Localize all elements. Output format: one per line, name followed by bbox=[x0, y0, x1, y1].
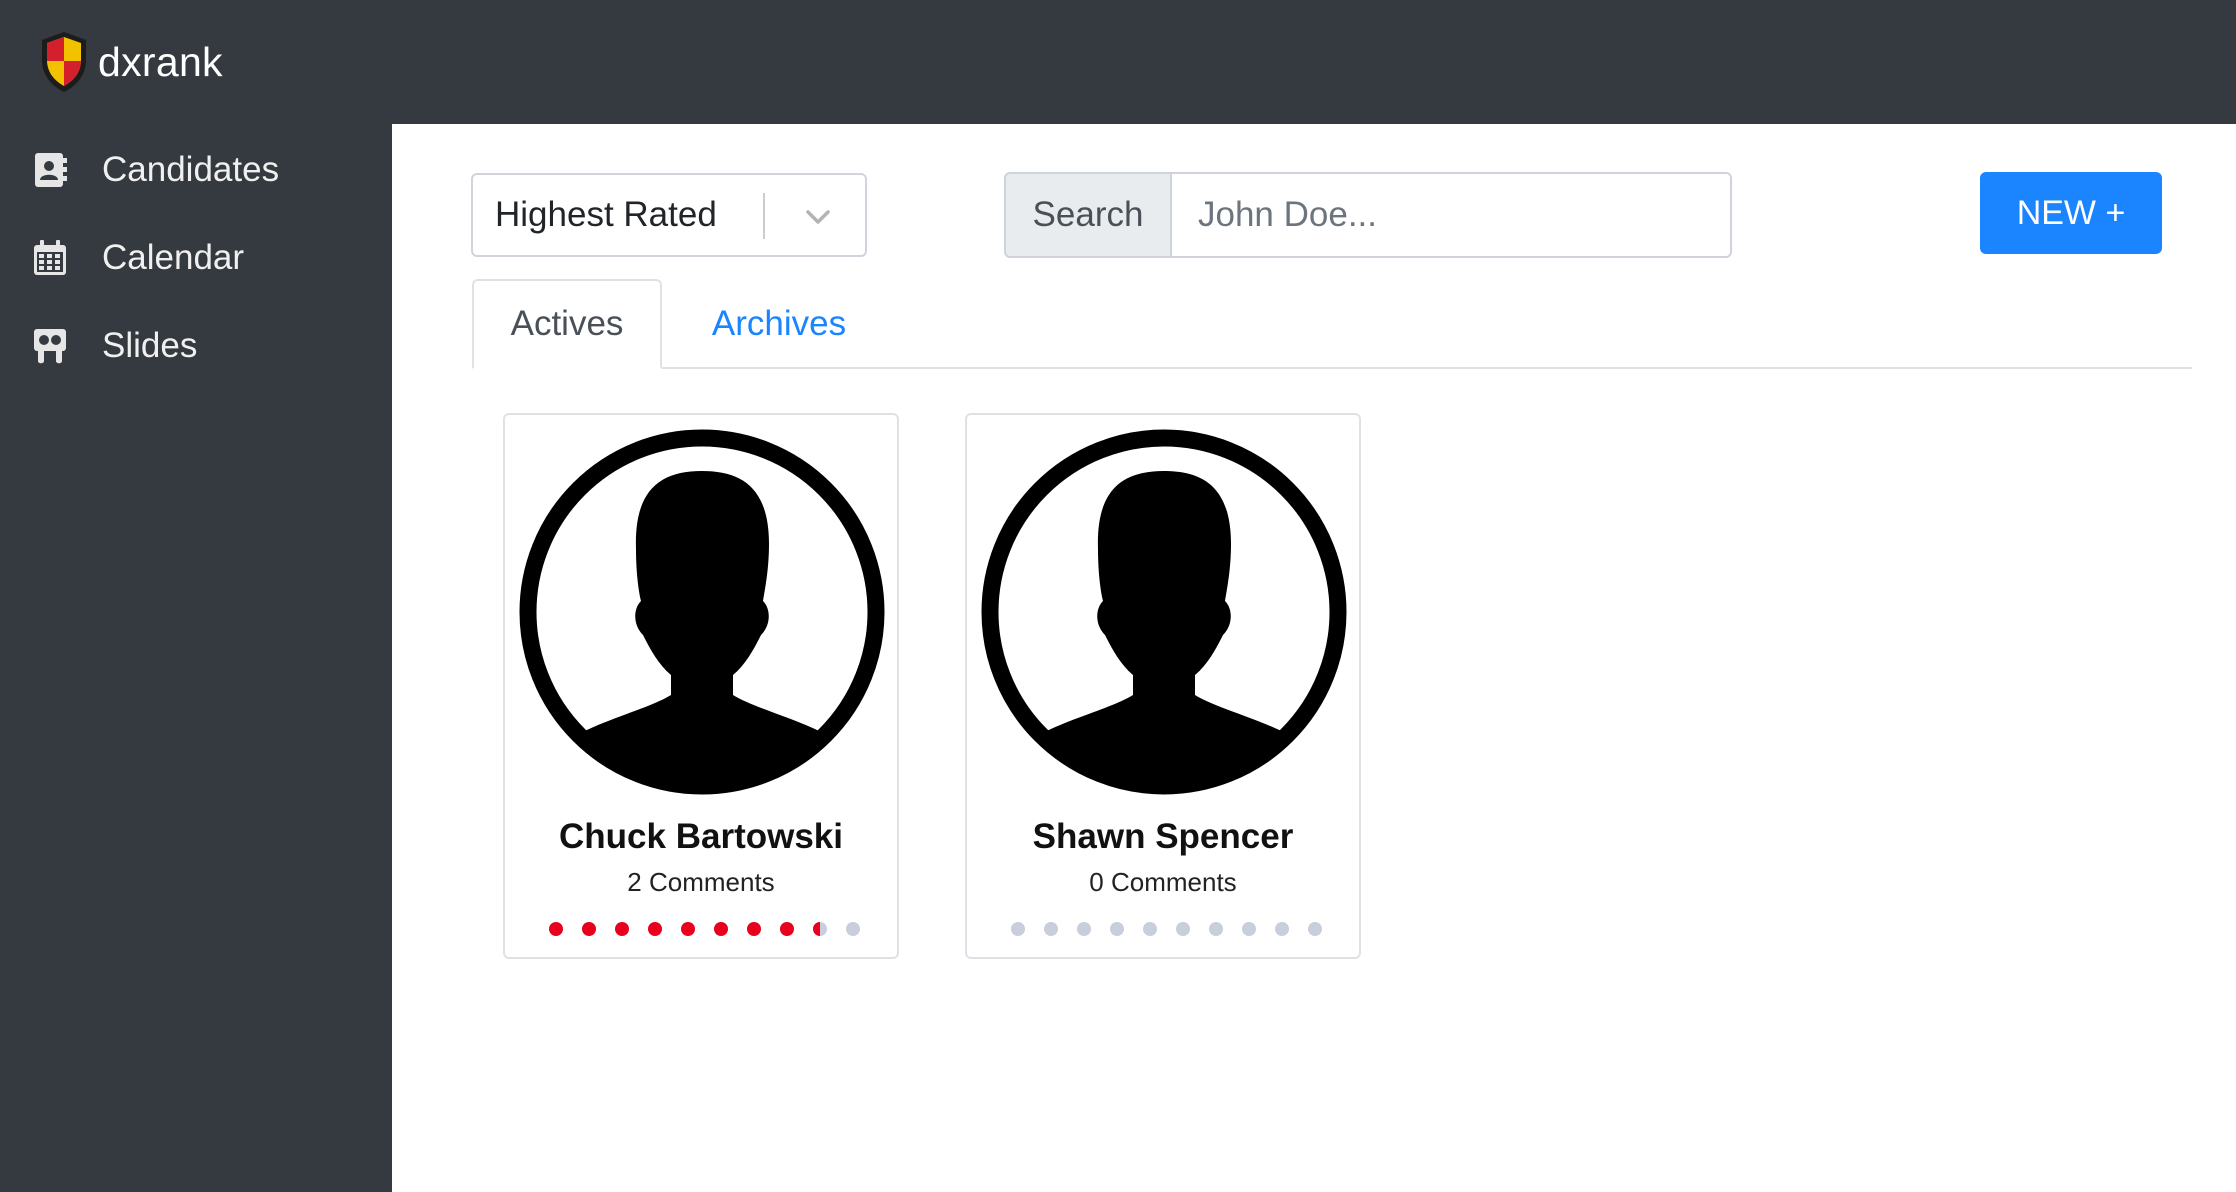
tab-archives[interactable]: Archives bbox=[684, 279, 874, 369]
sidebar-item-candidates[interactable]: Candidates bbox=[0, 130, 392, 210]
candidate-name: Chuck Bartowski bbox=[559, 817, 843, 856]
rating-dot bbox=[1209, 922, 1223, 936]
rating-dot bbox=[1044, 922, 1058, 936]
rating-dot bbox=[846, 922, 860, 936]
slideshare-icon bbox=[34, 329, 66, 364]
rating-dot bbox=[1176, 922, 1190, 936]
calendar-icon bbox=[34, 240, 66, 275]
rating-dots bbox=[549, 922, 860, 936]
rating-dot bbox=[549, 922, 563, 936]
select-separator bbox=[763, 193, 765, 239]
search-label: Search bbox=[1004, 172, 1170, 258]
sidebar-item-label: Calendar bbox=[102, 238, 245, 277]
app-title: dxrank bbox=[98, 38, 223, 85]
user-avatar-icon bbox=[981, 429, 1347, 795]
rating-dot bbox=[615, 922, 629, 936]
rating-dot bbox=[681, 922, 695, 936]
rating-dots bbox=[1011, 922, 1322, 936]
rating-dot bbox=[780, 922, 794, 936]
candidate-comments: 0 Comments bbox=[1089, 867, 1237, 897]
brand[interactable]: dxrank bbox=[38, 30, 223, 94]
main-content: Highest Rated Search NEW + Actives Archi… bbox=[392, 124, 2236, 1192]
rating-dot bbox=[1242, 922, 1256, 936]
rating-dot bbox=[582, 922, 596, 936]
chevron-down-icon[interactable] bbox=[803, 203, 833, 231]
sidebar-item-slides[interactable]: Slides bbox=[0, 306, 392, 386]
rating-dot bbox=[747, 922, 761, 936]
rating-dot bbox=[648, 922, 662, 936]
candidate-card[interactable]: Shawn Spencer 0 Comments bbox=[965, 413, 1361, 959]
rating-dot bbox=[1077, 922, 1091, 936]
candidate-comments: 2 Comments bbox=[627, 867, 775, 897]
search-group: Search bbox=[1004, 172, 1732, 258]
search-input[interactable] bbox=[1170, 172, 1732, 258]
rating-dot bbox=[1308, 922, 1322, 936]
user-avatar-icon bbox=[519, 429, 885, 795]
new-candidate-button[interactable]: NEW + bbox=[1980, 172, 2162, 254]
sidebar-item-calendar[interactable]: Calendar bbox=[0, 218, 392, 298]
rating-dot bbox=[1275, 922, 1289, 936]
rating-dot bbox=[714, 922, 728, 936]
rating-dot bbox=[1011, 922, 1025, 936]
top-navbar: dxrank bbox=[0, 0, 2236, 124]
candidate-name: Shawn Spencer bbox=[1032, 817, 1294, 856]
rating-dot bbox=[1110, 922, 1124, 936]
address-book-icon bbox=[35, 153, 67, 187]
shield-logo-icon bbox=[42, 32, 86, 92]
sidebar: Candidates Calendar Slides bbox=[0, 124, 392, 1192]
sidebar-item-label: Candidates bbox=[102, 150, 280, 189]
tab-actives[interactable]: Actives bbox=[472, 279, 662, 369]
sort-select[interactable]: Highest Rated bbox=[471, 173, 867, 257]
sidebar-item-label: Slides bbox=[102, 326, 198, 365]
candidate-card[interactable]: Chuck Bartowski 2 Comments bbox=[503, 413, 899, 959]
sort-selected-value: Highest Rated bbox=[495, 195, 717, 234]
rating-dot bbox=[1143, 922, 1157, 936]
